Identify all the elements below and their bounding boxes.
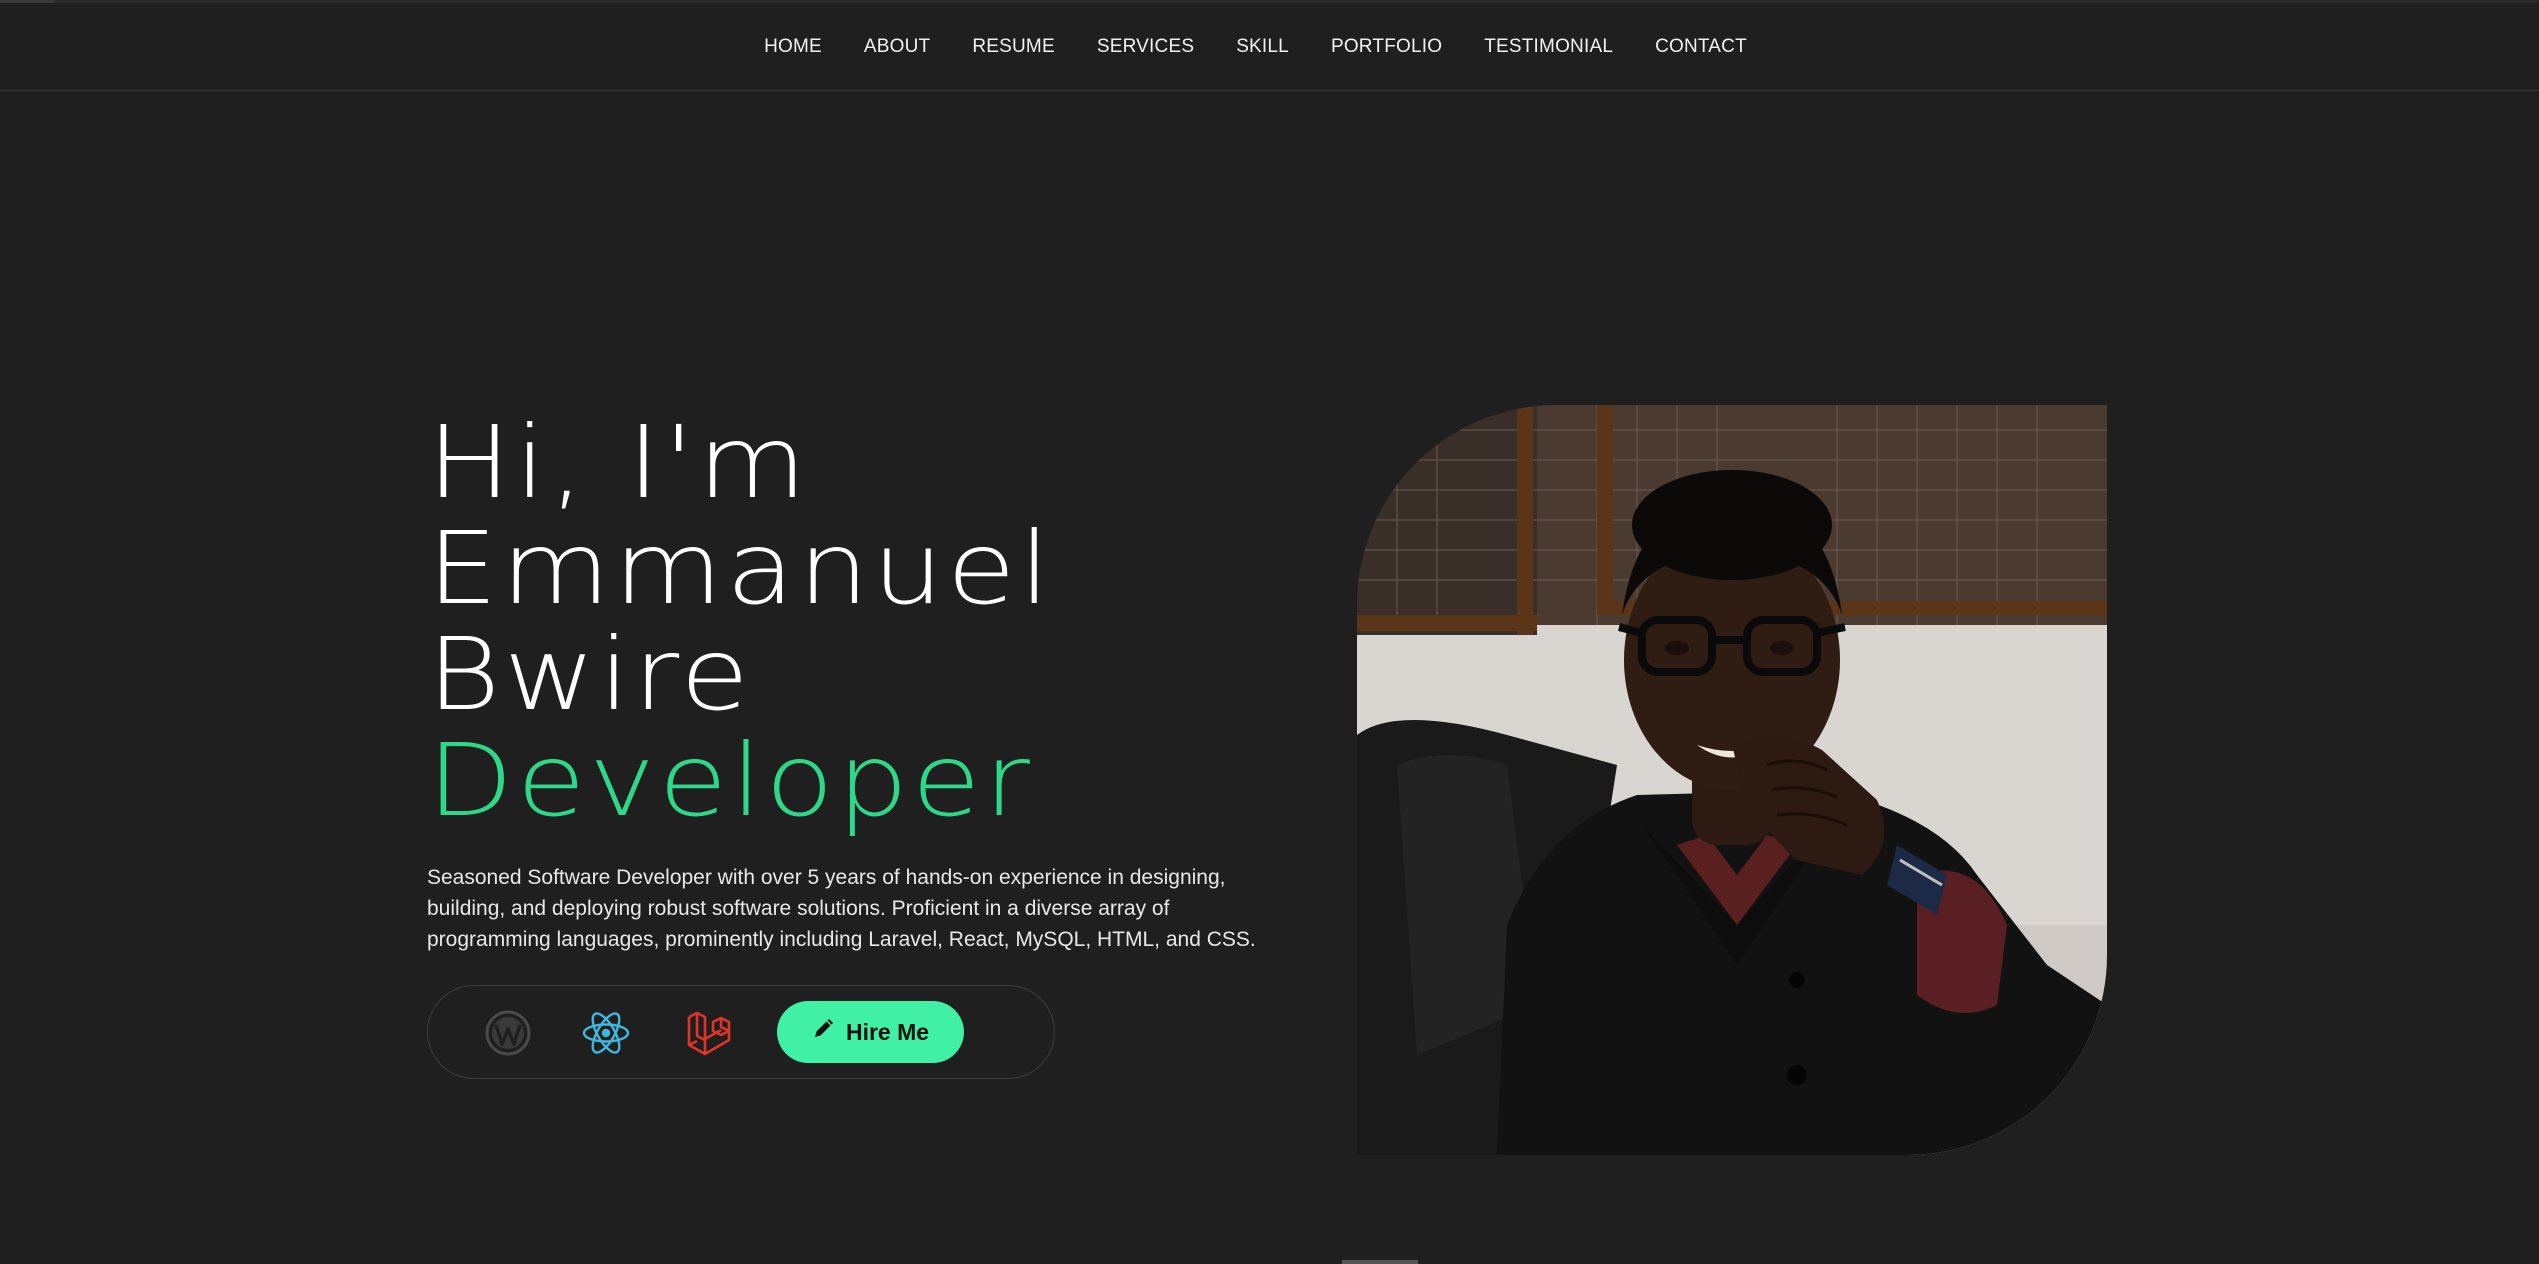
scroll-indicator xyxy=(1342,1260,1418,1264)
hero-description: Seasoned Software Developer with over 5 … xyxy=(427,866,1256,951)
nav-item-contact[interactable]: CONTACT xyxy=(1655,36,1747,58)
nav-item-skill[interactable]: SKILL xyxy=(1236,36,1289,58)
react-icon xyxy=(581,1008,631,1058)
nav-item-testimonial[interactable]: TESTIMONIAL xyxy=(1484,36,1613,58)
nav-item-resume[interactable]: RESUME xyxy=(972,36,1055,58)
hero-greeting: Hi, I'm xyxy=(427,404,810,521)
hero-role: Developer xyxy=(427,722,1034,839)
main-navbar: HOME ABOUT RESUME SERVICES SKILL PORTFOL… xyxy=(0,3,2539,91)
hire-me-button[interactable]: Hire Me xyxy=(777,1001,964,1063)
hero-last-name: Bwire xyxy=(427,616,753,733)
pencil-icon xyxy=(812,1018,834,1046)
nav-item-about[interactable]: ABOUT xyxy=(864,36,930,58)
hero-headline: Hi, I'm Emmanuel Bwire Developer xyxy=(427,410,1413,834)
laravel-icon xyxy=(684,1008,734,1058)
nav-item-home[interactable]: HOME xyxy=(764,36,822,58)
wordpress-icon xyxy=(483,1008,533,1058)
nav-item-services[interactable]: SERVICES xyxy=(1097,36,1194,58)
nav-item-portfolio[interactable]: PORTFOLIO xyxy=(1331,36,1442,58)
nav-menu: HOME ABOUT RESUME SERVICES SKILL PORTFOL… xyxy=(764,36,1747,58)
hire-me-label: Hire Me xyxy=(845,1018,930,1045)
tech-and-cta-pill: Hire Me xyxy=(427,985,1055,1079)
profile-photo xyxy=(1357,405,2107,1155)
hero-first-name: Emmanuel xyxy=(427,510,1054,627)
hero-intro: Hi, I'm Emmanuel Bwire Developer Seasone… xyxy=(427,410,1307,955)
